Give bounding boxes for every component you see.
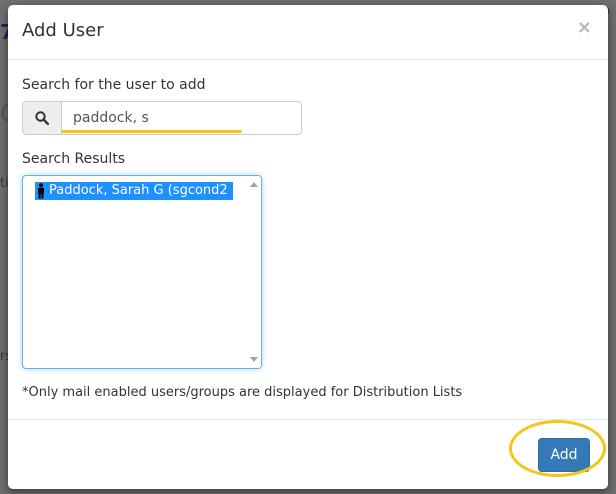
results-scrollbar[interactable] xyxy=(247,176,261,368)
person-icon xyxy=(37,183,45,200)
background-text-fragment: rs xyxy=(0,350,8,363)
background-text-fragment: ti xyxy=(0,177,8,190)
close-button[interactable]: × xyxy=(577,19,592,37)
modal-title: Add User xyxy=(22,20,104,41)
background-text-fragment: C xyxy=(0,104,8,127)
distribution-list-note: *Only mail enabled users/groups are disp… xyxy=(22,385,463,400)
search-label: Search for the user to add xyxy=(22,77,206,93)
annotation-underline xyxy=(61,130,242,133)
background-text-fragment: 7 xyxy=(0,22,8,44)
list-item-label: Paddock, Sarah G (sgcond2 xyxy=(49,183,228,198)
modal-footer: Add xyxy=(8,419,608,489)
scroll-down-arrow-icon[interactable] xyxy=(250,357,258,362)
search-results-list[interactable]: Paddock, Sarah G (sgcond2 xyxy=(22,175,262,369)
add-button[interactable]: Add xyxy=(538,438,590,472)
search-icon xyxy=(23,102,62,134)
add-user-modal: Add User × Search for the user to add Se… xyxy=(8,5,608,489)
modal-header: Add User × xyxy=(8,5,608,60)
search-results-label: Search Results xyxy=(22,151,126,167)
list-item[interactable]: Paddock, Sarah G (sgcond2 xyxy=(35,182,233,200)
scroll-up-arrow-icon[interactable] xyxy=(250,182,258,187)
